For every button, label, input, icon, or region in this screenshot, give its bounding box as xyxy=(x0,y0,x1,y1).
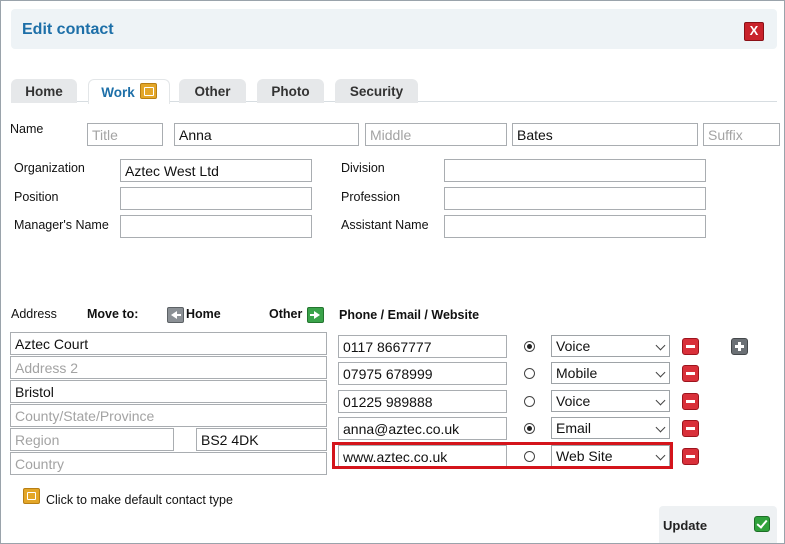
contact-type-select[interactable]: Voice xyxy=(551,335,670,357)
remove-row-icon[interactable] xyxy=(682,448,699,465)
county-field[interactable]: County/State/Province xyxy=(10,404,327,427)
default-contact-type-icon xyxy=(139,83,157,99)
contact-methods-header: Phone / Email / Website xyxy=(339,308,480,322)
default-hint-text: Click to make default contact type xyxy=(46,493,233,507)
profession-label: Profession xyxy=(341,190,401,204)
position-label: Position xyxy=(14,190,59,204)
first-name-field[interactable]: Anna xyxy=(174,123,359,146)
tab-other-label: Other xyxy=(194,84,231,99)
contact-type-select[interactable]: Voice xyxy=(551,390,670,412)
move-to-home-label[interactable]: Home xyxy=(186,307,221,321)
checkmark-icon xyxy=(754,516,770,532)
postcode-field[interactable]: BS2 4DK xyxy=(196,428,327,451)
remove-row-icon[interactable] xyxy=(682,420,699,437)
tab-photo-label: Photo xyxy=(271,84,310,99)
chevron-down-icon xyxy=(655,340,666,351)
update-label: Update xyxy=(663,518,708,533)
move-to-other-arrow-icon[interactable] xyxy=(307,307,324,323)
tab-home-label: Home xyxy=(25,84,63,99)
contact-type-value: Voice xyxy=(556,338,591,354)
city-field[interactable]: Bristol xyxy=(10,380,327,403)
tab-work[interactable]: Work xyxy=(88,79,170,104)
default-radio[interactable] xyxy=(524,423,535,434)
default-radio[interactable] xyxy=(524,341,535,352)
address-line1-field[interactable]: Aztec Court xyxy=(10,332,327,355)
country-field[interactable]: Country xyxy=(10,452,327,475)
update-button[interactable]: Update xyxy=(659,506,777,543)
address-label: Address xyxy=(11,307,57,321)
tab-security-label: Security xyxy=(349,84,404,99)
name-label: Name xyxy=(10,122,44,136)
contact-value-field[interactable]: 07975 678999 xyxy=(338,362,507,385)
remove-row-icon[interactable] xyxy=(682,365,699,382)
add-row-icon[interactable] xyxy=(731,338,748,355)
remove-row-icon[interactable] xyxy=(682,338,699,355)
highlighted-website-row xyxy=(332,442,673,469)
organization-field[interactable]: Aztec West Ltd xyxy=(120,159,312,182)
contact-value-field[interactable]: 0117 8667777 xyxy=(338,335,507,358)
default-radio[interactable] xyxy=(524,396,535,407)
title-field[interactable]: Title xyxy=(87,123,163,146)
move-to-home-arrow-icon[interactable] xyxy=(167,307,184,323)
position-field[interactable] xyxy=(120,187,312,210)
tab-home[interactable]: Home xyxy=(11,79,77,103)
contact-type-select[interactable]: Mobile xyxy=(551,362,670,384)
contact-type-value: Mobile xyxy=(556,365,598,381)
dialog-title: Edit contact xyxy=(22,21,114,38)
chevron-down-icon xyxy=(655,422,666,433)
suffix-field[interactable]: Suffix xyxy=(703,123,780,146)
contact-value-field[interactable]: anna@aztec.co.uk xyxy=(338,417,507,440)
close-icon[interactable]: X xyxy=(744,22,764,41)
organization-label: Organization xyxy=(14,161,85,175)
division-field[interactable] xyxy=(444,159,706,182)
middle-name-field[interactable]: Middle xyxy=(365,123,507,146)
chevron-down-icon xyxy=(655,395,666,406)
move-to-other-label[interactable]: Other xyxy=(269,307,302,321)
remove-row-icon[interactable] xyxy=(682,393,699,410)
chevron-down-icon xyxy=(655,367,666,378)
contact-type-select[interactable]: Email xyxy=(551,417,670,439)
managers-name-field[interactable] xyxy=(120,215,312,238)
default-contact-type-icon xyxy=(23,488,40,504)
default-radio[interactable] xyxy=(524,368,535,379)
contact-type-value: Voice xyxy=(556,393,591,409)
tab-security[interactable]: Security xyxy=(335,79,418,103)
address-line2-field[interactable]: Address 2 xyxy=(10,356,327,379)
tab-photo[interactable]: Photo xyxy=(257,79,324,103)
last-name-field[interactable]: Bates xyxy=(512,123,698,146)
tab-work-label: Work xyxy=(101,85,135,100)
tab-other[interactable]: Other xyxy=(179,79,246,103)
managers-name-label: Manager's Name xyxy=(14,218,109,232)
profession-field[interactable] xyxy=(444,187,706,210)
assistant-name-field[interactable] xyxy=(444,215,706,238)
move-to-label: Move to: xyxy=(87,307,139,321)
dialog-titlebar: Edit contact X xyxy=(11,9,777,49)
edit-contact-dialog: Edit contact X Home Work Other Photo Sec… xyxy=(0,0,785,544)
division-label: Division xyxy=(341,161,385,175)
assistant-name-label: Assistant Name xyxy=(341,218,429,232)
contact-value-field[interactable]: 01225 989888 xyxy=(338,390,507,413)
contact-type-value: Email xyxy=(556,420,592,436)
region-field[interactable]: Region xyxy=(10,428,174,451)
